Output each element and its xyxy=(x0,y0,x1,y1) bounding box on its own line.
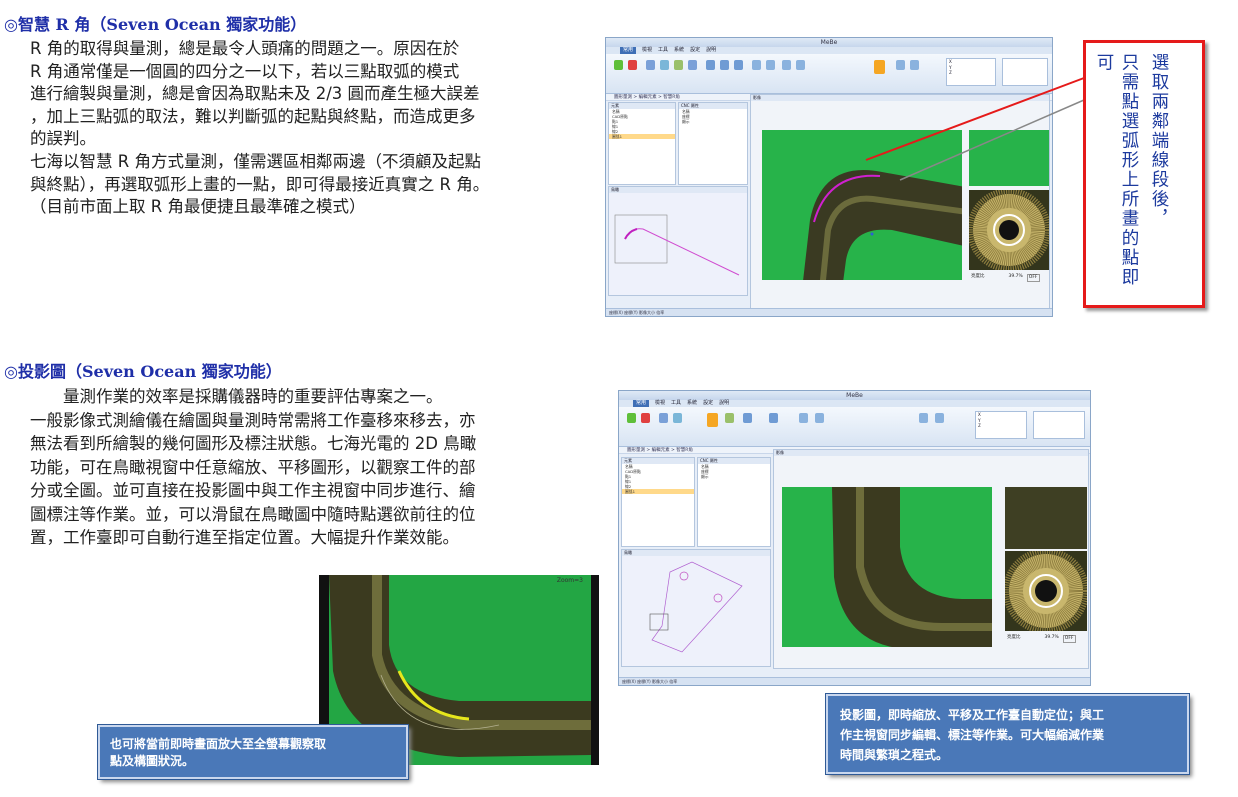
brightness-row: 亮度比 39.7% OFF xyxy=(1005,633,1087,643)
section2-paragraph: 量測作業的效率是採購儀器時的重要評估專案之一。 一般影像式測繪儀在繪圖與量測時常… xyxy=(30,385,476,550)
software-callout-line: 時間與繁瑣之程式。 xyxy=(840,748,949,762)
lens-ring-drawing xyxy=(1005,551,1087,631)
coordinate-readout: X Y Z xyxy=(975,411,1027,439)
section2-line: 圖標注等作業。並，可以滑鼠在鳥瞰圖中隨時點選欲前往的位 xyxy=(30,504,476,524)
callout-column-2: 只需點選弧形上所畫的點即可 xyxy=(1094,53,1139,287)
angle-tool-icon[interactable] xyxy=(743,413,752,423)
section2-line: 一般影像式測繪儀在繪圖與量測時常需將工作臺移來移去，亦 xyxy=(30,410,476,430)
software-callout-box: 投影圖，即時縮放、平移及工作臺自動定位；與工 作主視窗同步編輯、標注等作業。可大… xyxy=(825,693,1190,775)
arc-tool-icon[interactable] xyxy=(725,413,734,423)
status-bar: 座標(X) 座標(Y) 影像大小 倍率 xyxy=(619,677,1090,685)
brightness-value: 39.7% xyxy=(1044,635,1059,640)
layout-tool-icon[interactable] xyxy=(935,413,944,423)
element-tree-panel: 元素 名稱 CAD原點 點1 線1 線2 圓弧1 xyxy=(621,457,695,547)
section2-line: 無法看到所繪製的幾何圖形及標注狀態。七海光電的 2D 鳥瞰 xyxy=(30,434,477,453)
zoom-label: Zoom=3 xyxy=(556,577,583,584)
menu-item[interactable]: 設定 xyxy=(703,400,713,407)
bird-view-drawing[interactable] xyxy=(622,556,771,667)
red-callout-box: 選取兩鄰端線段後， 只需點選弧形上所畫的點即可 xyxy=(1083,40,1205,308)
section2-line: 功能，可在鳥瞰視窗中任意縮放、平移圖形，以觀察工件的部 xyxy=(30,457,476,477)
software-callout-line: 投影圖，即時縮放、平移及工作臺自動定位；與工 xyxy=(840,708,1105,722)
section2-line: 置，工作臺即可自動行進至指定位置。大幅提升作業效能。 xyxy=(30,528,459,547)
ribbon-toolbar: X Y Z xyxy=(619,407,1090,447)
highlight-tool-icon[interactable] xyxy=(707,413,718,427)
grid-tool-icon[interactable] xyxy=(919,413,928,423)
menu-item[interactable]: 系統 xyxy=(687,400,697,407)
line-tool-icon[interactable] xyxy=(659,413,668,423)
brightness-label: 亮度比 xyxy=(1007,635,1021,640)
menu-item[interactable]: 說明 xyxy=(719,400,729,407)
light-off-button[interactable]: OFF xyxy=(1062,635,1076,643)
menu-item[interactable]: 檢視 xyxy=(655,400,665,407)
intersect-tool-icon[interactable] xyxy=(815,413,824,423)
circle-tool-icon[interactable] xyxy=(673,413,682,423)
menu-bar: 常用 檢視 工具 系統 設定 說明 xyxy=(619,400,1090,407)
bird-view-panel[interactable]: 鳥瞰 xyxy=(621,549,771,667)
menu-item[interactable]: 常用 xyxy=(633,400,650,407)
camera-image[interactable] xyxy=(782,487,992,647)
distance-tool-icon[interactable] xyxy=(769,413,778,423)
coordinate-readout-2 xyxy=(1033,411,1085,439)
software-callout-line: 作主視窗同步編輯、標注等作業。可大幅縮減作業 xyxy=(840,728,1105,742)
section2-heading: ◎投影圖（Seven Ocean 獨家功能） xyxy=(4,362,282,381)
lens-thumbnail xyxy=(1005,551,1087,631)
stop-icon[interactable] xyxy=(641,413,650,423)
section2-line: 分或全圖。並可直接在投影圖中與工作主視窗中同步進行、繪 xyxy=(30,481,476,500)
menu-item[interactable]: 工具 xyxy=(671,400,681,407)
construct-tool-icon[interactable] xyxy=(799,413,808,423)
section2-line: 量測作業的效率是採購儀器時的重要評估專案之一。 xyxy=(30,387,443,406)
camera-thumbnail xyxy=(1005,487,1087,549)
tree-item-selected[interactable]: 圓弧1 xyxy=(622,489,694,494)
workpiece-edge-drawing xyxy=(832,487,992,647)
window-title: MeBe xyxy=(619,391,1090,400)
cnc-properties-panel: CNC 屬性 名稱 座標 顯示 xyxy=(697,457,771,547)
photo-callout-line: 點及構圖狀況。 xyxy=(110,754,195,768)
callout-column-1: 選取兩鄰端線段後， xyxy=(1149,53,1169,229)
photo-callout-box: 也可將當前即時畫面放大至全螢幕觀察取 點及構圖狀況。 xyxy=(97,724,409,780)
photo-callout-line: 也可將當前即時畫面放大至全螢幕觀察取 xyxy=(110,737,327,751)
property-row[interactable]: 顯示 xyxy=(698,474,770,479)
software-screenshot-2: MeBe 常用 檢視 工具 系統 設定 說明 X Y Z 圖形量測 > 編輯元素… xyxy=(618,390,1091,686)
panel-title: 影像 xyxy=(774,450,1088,456)
play-icon[interactable] xyxy=(627,413,636,423)
